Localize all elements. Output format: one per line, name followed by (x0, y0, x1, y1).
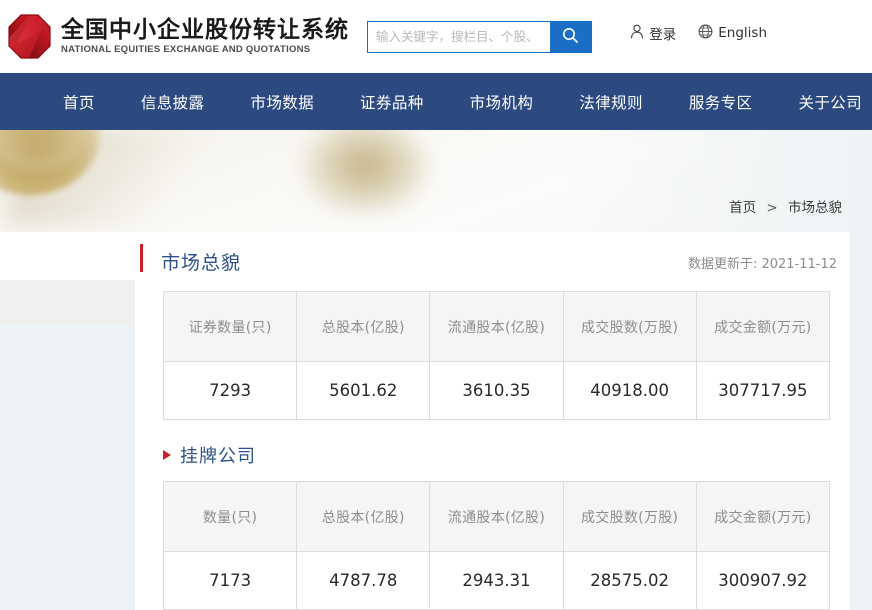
page-title-row: 市场总貌 数据更新于: 2021-11-12 (135, 232, 850, 291)
col-security-count: 证券数量(只) (164, 292, 297, 362)
col-total-shares: 总股本(亿股) (297, 292, 430, 362)
banner-fade-right (572, 130, 872, 232)
cell-traded-volume: 28575.02 (563, 552, 696, 610)
breadcrumb-separator: > (766, 200, 777, 216)
cell-total-shares: 5601.62 (297, 362, 430, 420)
cell-traded-amount: 300907.92 (696, 552, 829, 610)
nav-item-institutions[interactable]: 市场机构 (447, 91, 557, 113)
globe-icon (698, 24, 713, 43)
page-banner: 首页 > 市场总貌 (0, 130, 872, 232)
cell-traded-volume: 40918.00 (563, 362, 696, 420)
col-traded-volume: 成交股数(万股) (563, 482, 696, 552)
table-row: 7173 4787.78 2943.31 28575.02 300907.92 (164, 552, 830, 610)
breadcrumb-home[interactable]: 首页 (729, 200, 756, 216)
col-count: 数量(只) (164, 482, 297, 552)
cell-traded-amount: 307717.95 (696, 362, 829, 420)
col-total-shares: 总股本(亿股) (297, 482, 430, 552)
search-icon (562, 27, 579, 47)
login-link[interactable]: 登录 (630, 23, 676, 43)
breadcrumb-current: 市场总貌 (788, 200, 842, 216)
col-traded-amount: 成交金额(万元) (696, 482, 829, 552)
sidebar (0, 232, 135, 325)
nav-item-about[interactable]: 关于公司 (775, 91, 872, 113)
logo-cn-name: 全国中小企业股份转让系统 (61, 19, 349, 42)
listed-companies-section-header: 挂牌公司 (163, 442, 850, 468)
table-row: 7293 5601.62 3610.35 40918.00 307717.95 (164, 362, 830, 420)
cell-total-shares: 4787.78 (297, 552, 430, 610)
logo-en-name: NATIONAL EQUITIES EXCHANGE AND QUOTATION… (61, 45, 349, 55)
user-icon (630, 24, 644, 43)
language-label: English (718, 25, 767, 41)
neeq-octagon-logo-icon (8, 14, 51, 59)
nav-item-regulations[interactable]: 法律规则 (556, 91, 666, 113)
nav-item-services[interactable]: 服务专区 (666, 91, 776, 113)
login-label: 登录 (649, 23, 676, 43)
listed-table-wrap: 数量(只) 总股本(亿股) 流通股本(亿股) 成交股数(万股) 成交金额(万元)… (163, 481, 830, 610)
header-utilities: 登录 English (630, 23, 767, 43)
breadcrumb: 首页 > 市场总貌 (729, 196, 842, 216)
cell-count: 7173 (164, 552, 297, 610)
sidebar-panel-secondary (0, 280, 135, 325)
col-float-shares: 流通股本(亿股) (430, 482, 563, 552)
logo[interactable]: 全国中小企业股份转让系统 NATIONAL EQUITIES EXCHANGE … (8, 14, 349, 59)
data-update-label: 数据更新于: 2021-11-12 (688, 253, 837, 272)
table-header-row: 证券数量(只) 总股本(亿股) 流通股本(亿股) 成交股数(万股) 成交金额(万… (164, 292, 830, 362)
main-nav: 首页 信息披露 市场数据 证券品种 市场机构 法律规则 服务专区 关于公司 (0, 73, 872, 130)
sidebar-panel-primary (0, 232, 135, 280)
cell-security-count: 7293 (164, 362, 297, 420)
overview-table-wrap: 证券数量(只) 总股本(亿股) 流通股本(亿股) 成交股数(万股) 成交金额(万… (163, 291, 830, 420)
banner-decoration-center (300, 130, 430, 216)
section-title-listed-companies: 挂牌公司 (180, 442, 256, 468)
triangle-right-icon (163, 450, 171, 460)
content-panel: 市场总貌 数据更新于: 2021-11-12 证券数量(只) 总股本(亿股) 流… (135, 232, 850, 610)
table-header-row: 数量(只) 总股本(亿股) 流通股本(亿股) 成交股数(万股) 成交金额(万元) (164, 482, 830, 552)
nav-item-home[interactable]: 首页 (40, 91, 118, 113)
cell-float-shares: 2943.31 (430, 552, 563, 610)
page-title: 市场总貌 (161, 248, 241, 275)
nav-item-disclosure[interactable]: 信息披露 (118, 91, 228, 113)
cell-float-shares: 3610.35 (430, 362, 563, 420)
search-button[interactable] (550, 22, 591, 52)
col-float-shares: 流通股本(亿股) (430, 292, 563, 362)
col-traded-volume: 成交股数(万股) (563, 292, 696, 362)
overview-table: 证券数量(只) 总股本(亿股) 流通股本(亿股) 成交股数(万股) 成交金额(万… (163, 291, 830, 420)
nav-item-securities[interactable]: 证券品种 (337, 91, 447, 113)
title-accent-bar (140, 244, 143, 272)
site-header: 全国中小企业股份转让系统 NATIONAL EQUITIES EXCHANGE … (0, 0, 872, 73)
search-box[interactable] (367, 21, 592, 53)
page-body: 市场总貌 数据更新于: 2021-11-12 证券数量(只) 总股本(亿股) 流… (0, 232, 872, 605)
col-traded-amount: 成交金额(万元) (696, 292, 829, 362)
search-input[interactable] (368, 22, 550, 52)
listed-companies-table: 数量(只) 总股本(亿股) 流通股本(亿股) 成交股数(万股) 成交金额(万元)… (163, 481, 830, 610)
nav-item-market-data[interactable]: 市场数据 (227, 91, 337, 113)
language-switch[interactable]: English (698, 24, 767, 43)
